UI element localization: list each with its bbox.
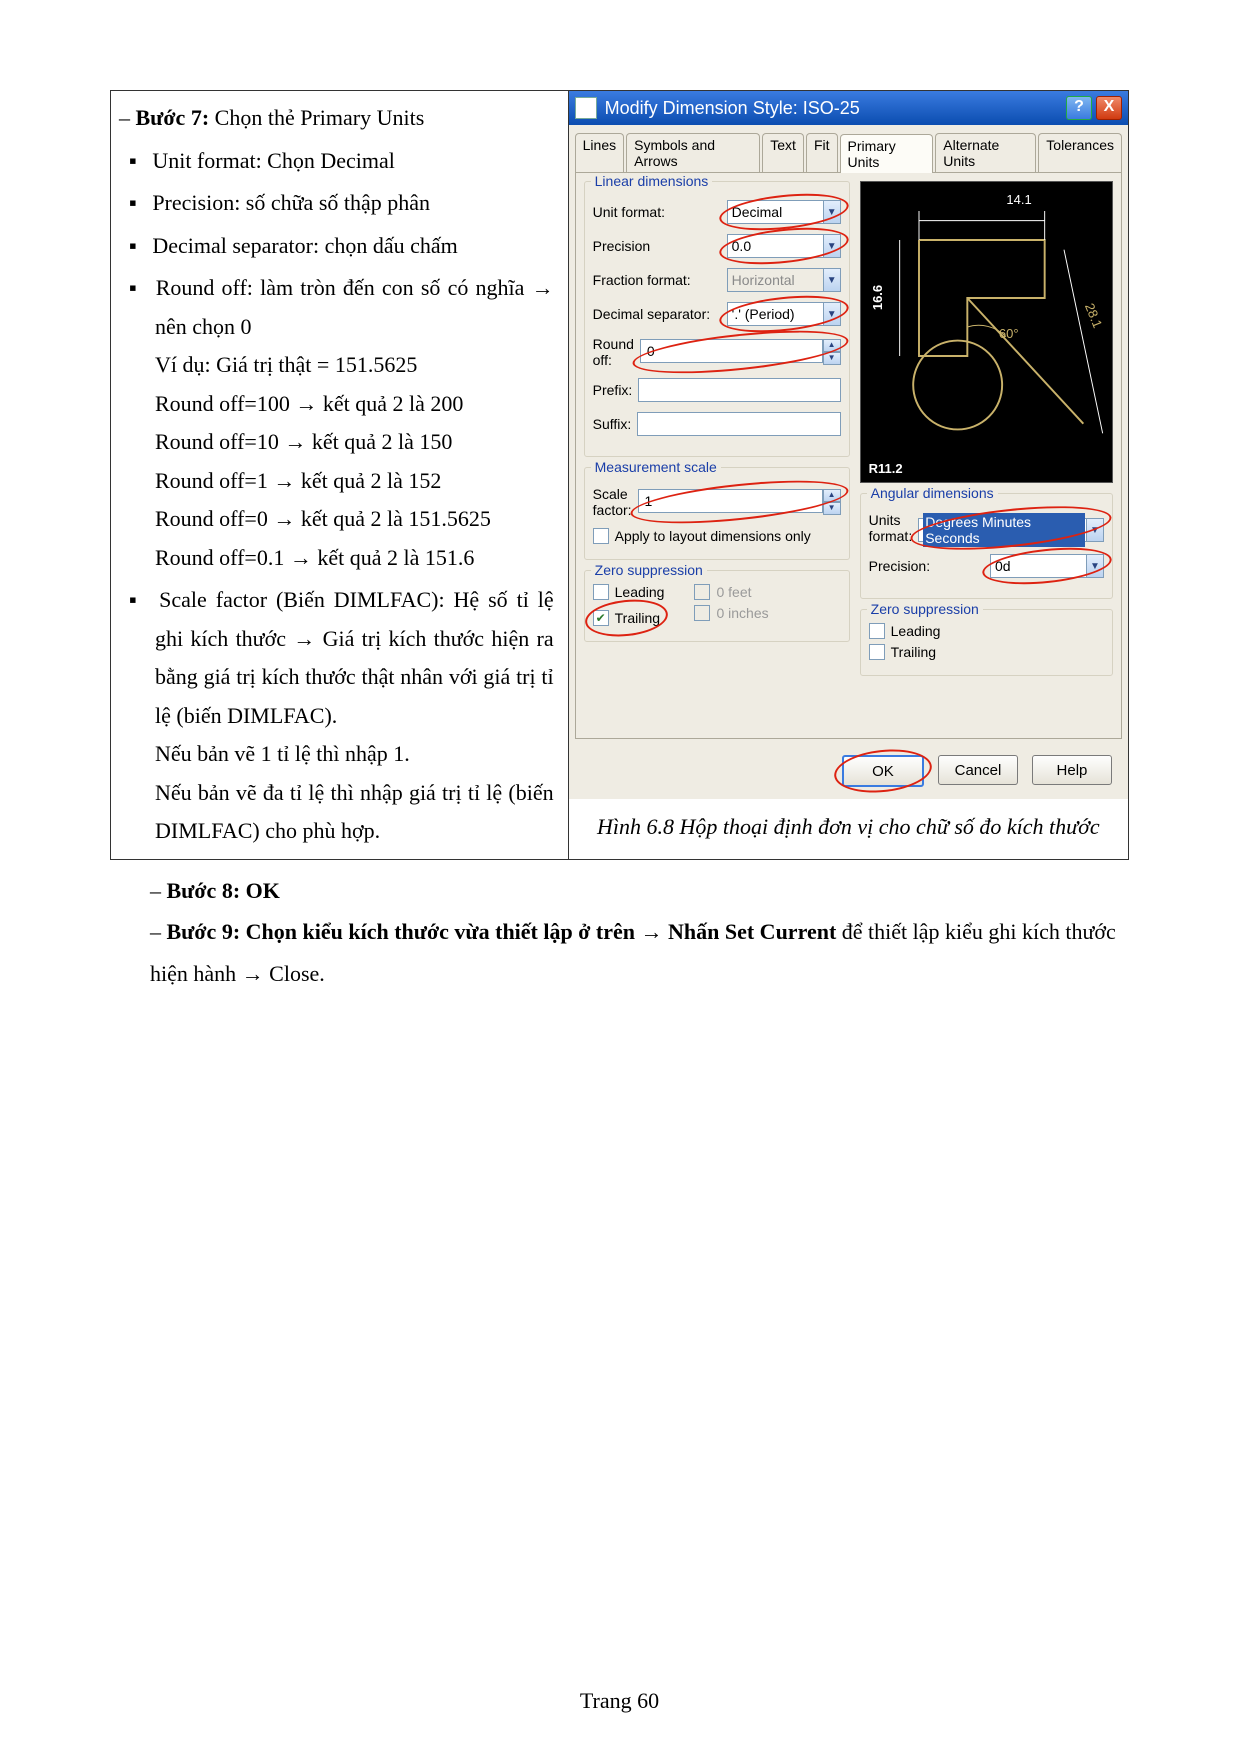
checkbox-icon	[694, 605, 710, 621]
tab-alternate-units[interactable]: Alternate Units	[935, 133, 1036, 172]
checkbox-icon	[869, 623, 885, 639]
chevron-down-icon: ▼	[1086, 519, 1103, 541]
chevron-down-icon: ▼	[1086, 555, 1103, 577]
unit-format-combo[interactable]: Decimal▼	[727, 200, 841, 224]
figure-caption: Hình 6.8 Hộp thoại định đơn vị cho chữ s…	[569, 799, 1128, 858]
preview-dim-angle: 60°	[999, 326, 1019, 341]
steps-below: Bước 8: OK Bước 9: Chọn kiểu kích thước …	[110, 860, 1129, 995]
cancel-button[interactable]: Cancel	[938, 755, 1018, 785]
angular-trailing-checkbox[interactable]: Trailing	[869, 644, 1104, 660]
checkbox-icon	[593, 584, 609, 600]
preview-dim-left: 16.6	[870, 285, 885, 310]
step-7-bold: Bước 7:	[136, 105, 210, 130]
group-linear-dimensions: Linear dimensions Unit format: Decimal▼ …	[584, 181, 850, 457]
bullet-scale-factor: Scale factor (Biến DIMLFAC): Hệ số tỉ lệ…	[155, 581, 554, 851]
step-7: Bước 7: Chọn thẻ Primary Units Unit form…	[119, 99, 554, 851]
tab-primary-units[interactable]: Primary Units	[840, 134, 934, 173]
preview-dim-radius: R11.2	[869, 461, 903, 476]
unit-format-label: Unit format:	[593, 204, 721, 220]
group-zero-suppression-linear: Zero suppression Leading	[584, 570, 850, 642]
round-off-label: Round off:	[593, 336, 634, 368]
apply-layout-checkbox[interactable]: Apply to layout dimensions only	[593, 528, 841, 544]
decimal-separator-label: Decimal separator:	[593, 306, 721, 322]
bullet-precision: Precision: số chữa số thập phân	[155, 184, 554, 223]
checkbox-icon	[694, 584, 710, 600]
fraction-format-label: Fraction format:	[593, 272, 721, 288]
feet-checkbox: 0 feet	[694, 584, 768, 600]
scale-factor-spinner[interactable]: ▲▼	[638, 489, 841, 515]
angular-units-combo[interactable]: Degrees Minutes Seconds▼	[918, 518, 1104, 542]
tab-lines[interactable]: Lines	[575, 133, 624, 172]
page-footer: Trang 60	[0, 1688, 1239, 1714]
chevron-down-icon: ▼	[823, 201, 840, 223]
round-off-spinner[interactable]: ▲▼	[640, 339, 841, 365]
instructions-left: Bước 7: Chọn thẻ Primary Units Unit form…	[111, 91, 569, 859]
bullet-unit-format: Unit format: Chọn Decimal	[155, 142, 554, 181]
chevron-down-icon: ▼	[823, 269, 840, 291]
tab-body: Linear dimensions Unit format: Decimal▼ …	[575, 172, 1122, 739]
prefix-input[interactable]	[643, 381, 821, 399]
leading-checkbox[interactable]: Leading	[593, 584, 665, 600]
bullet-round-off: Round off: làm tròn đến con số có nghĩa …	[155, 269, 554, 577]
angular-leading-checkbox[interactable]: Leading	[869, 623, 1104, 639]
decimal-separator-combo[interactable]: '.' (Period)▼	[727, 302, 841, 326]
prefix-label: Prefix:	[593, 382, 633, 398]
scale-factor-label: Scale factor:	[593, 486, 632, 518]
inches-checkbox: 0 inches	[694, 605, 768, 621]
checkbox-icon	[869, 644, 885, 660]
round-off-input[interactable]	[645, 342, 804, 360]
dimension-preview: 14.1 28.1 60° R11.2 16.6	[860, 181, 1113, 483]
group-angular-dimensions: Angular dimensions Units format: Degrees…	[860, 493, 1113, 599]
tab-tolerances[interactable]: Tolerances	[1038, 133, 1122, 172]
group-zero-suppression-angular: Zero suppression Leading Trailing	[860, 609, 1113, 676]
tabs: Lines Symbols and Arrows Text Fit Primar…	[569, 125, 1128, 172]
angular-precision-combo[interactable]: 0d▼	[990, 554, 1104, 578]
dialog-column: Modify Dimension Style: ISO-25 ? X Lines…	[569, 91, 1128, 859]
step-8: Bước 8: OK	[150, 870, 1125, 912]
group-measurement-scale: Measurement scale Scale factor: ▲▼	[584, 467, 850, 560]
step-9: Bước 9: Chọn kiểu kích thước vừa thiết l…	[150, 911, 1125, 995]
precision-label: Precision	[593, 238, 721, 254]
preview-dim-top: 14.1	[1006, 192, 1031, 207]
checkbox-icon	[593, 528, 609, 544]
ok-button[interactable]: OK	[842, 755, 924, 787]
chevron-down-icon: ▼	[823, 303, 840, 325]
suffix-input[interactable]	[642, 415, 821, 433]
spin-down-icon[interactable]: ▼	[823, 352, 841, 365]
angular-units-label: Units format:	[869, 512, 913, 544]
spin-up-icon[interactable]: ▲	[823, 339, 841, 352]
modify-dimension-style-dialog: Modify Dimension Style: ISO-25 ? X Lines…	[569, 91, 1128, 799]
tab-symbols-arrows[interactable]: Symbols and Arrows	[626, 133, 760, 172]
tab-text[interactable]: Text	[762, 133, 804, 172]
dialog-title: Modify Dimension Style: ISO-25	[605, 98, 860, 119]
dialog-titlebar[interactable]: Modify Dimension Style: ISO-25 ? X	[569, 91, 1128, 125]
fraction-format-combo: Horizontal▼	[727, 268, 841, 292]
chevron-down-icon: ▼	[823, 235, 840, 257]
trailing-checkbox[interactable]: ✔ Trailing	[593, 610, 660, 626]
spin-down-icon[interactable]: ▼	[823, 502, 841, 515]
suffix-label: Suffix:	[593, 416, 632, 432]
precision-combo[interactable]: 0.0▼	[727, 234, 841, 258]
close-icon[interactable]: X	[1096, 96, 1122, 120]
tab-fit[interactable]: Fit	[806, 133, 838, 172]
checkbox-checked-icon: ✔	[593, 610, 609, 626]
spin-up-icon[interactable]: ▲	[823, 489, 841, 502]
app-icon	[575, 97, 597, 119]
help-button[interactable]: Help	[1032, 755, 1112, 785]
scale-factor-input[interactable]	[643, 492, 804, 510]
dialog-buttons: OK Cancel Help	[569, 745, 1128, 799]
help-button-icon[interactable]: ?	[1066, 96, 1092, 120]
angular-precision-label: Precision:	[869, 558, 984, 574]
bullet-dec-sep: Decimal separator: chọn dấu chấm	[155, 227, 554, 266]
